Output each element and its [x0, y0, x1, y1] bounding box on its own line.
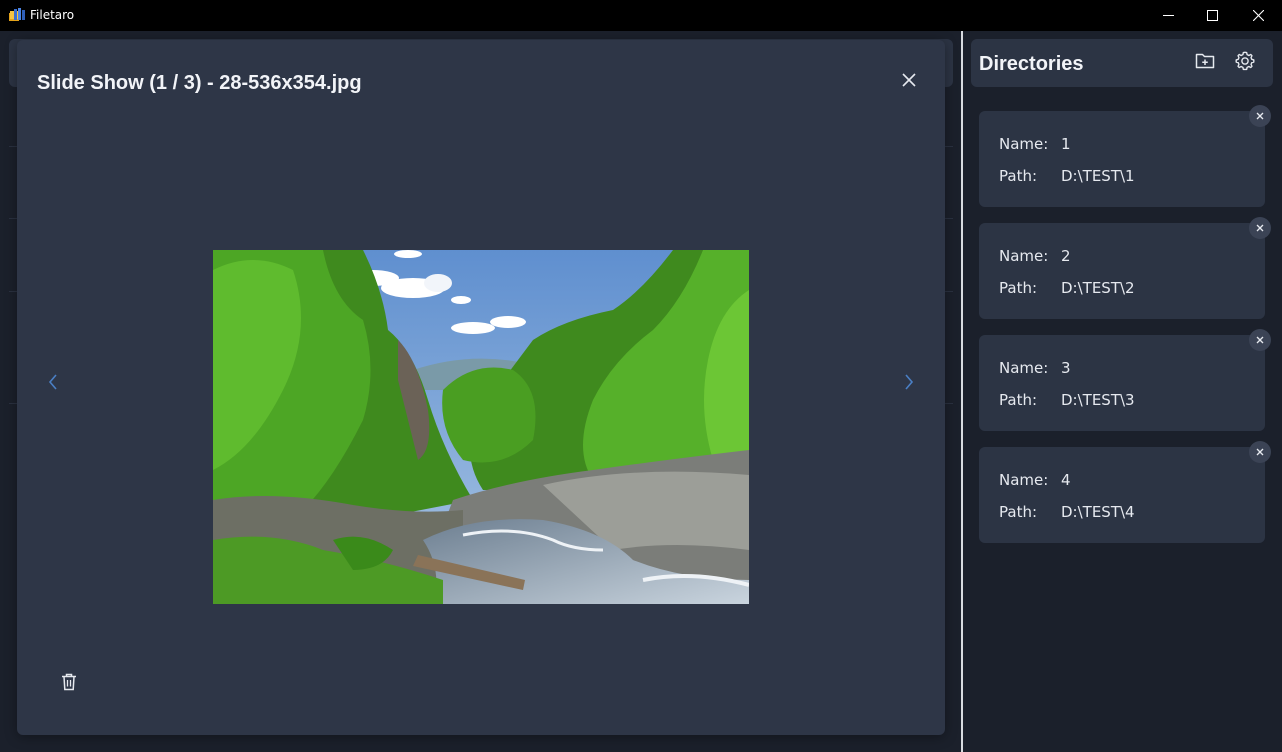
divider — [945, 146, 953, 147]
path-label: Path: — [999, 279, 1038, 297]
name-label: Name: — [999, 359, 1049, 377]
directory-card[interactable]: Name: 4 Path: D:\TEST\4 — [979, 441, 1271, 543]
slideshow-title: Slide Show (1 / 3) - 28-536x354.jpg — [37, 72, 362, 94]
minimize-button[interactable] — [1145, 0, 1191, 31]
trash-icon — [61, 673, 77, 696]
name-label: Name: — [999, 471, 1049, 489]
maximize-icon — [1206, 10, 1218, 21]
directory-path: D:\TEST\1 — [1061, 167, 1135, 185]
maximize-button[interactable] — [1189, 0, 1235, 31]
divider — [9, 218, 17, 219]
slideshow-close-button[interactable] — [897, 70, 921, 94]
remove-directory-button[interactable] — [1249, 217, 1271, 239]
directory-path: D:\TEST\2 — [1061, 279, 1135, 297]
remove-directory-button[interactable] — [1249, 329, 1271, 351]
directory-name: 2 — [1061, 247, 1071, 265]
directory-path: D:\TEST\3 — [1061, 391, 1135, 409]
directory-name: 3 — [1061, 359, 1071, 377]
chevron-left-icon — [48, 373, 58, 395]
remove-directory-button[interactable] — [1249, 105, 1271, 127]
close-icon — [1256, 443, 1264, 461]
close-icon — [1256, 331, 1264, 349]
app-window: Filetaro Slide Show (1 / 3) - 28-536x354… — [0, 0, 1282, 752]
settings-button[interactable] — [1233, 51, 1257, 75]
directory-name: 4 — [1061, 471, 1071, 489]
directory-card[interactable]: Name: 3 Path: D:\TEST\3 — [979, 329, 1271, 431]
divider — [9, 146, 17, 147]
directory-path: D:\TEST\4 — [1061, 503, 1135, 521]
app-icon — [9, 8, 25, 22]
divider — [945, 291, 953, 292]
directories-title: Directories — [979, 53, 1084, 75]
chevron-right-icon — [904, 373, 914, 395]
name-label: Name: — [999, 247, 1049, 265]
close-icon — [1252, 10, 1264, 21]
directory-card[interactable]: Name: 2 Path: D:\TEST\2 — [979, 217, 1271, 319]
remove-directory-button[interactable] — [1249, 441, 1271, 463]
path-label: Path: — [999, 391, 1038, 409]
title-bar[interactable]: Filetaro — [0, 0, 1282, 31]
divider — [945, 218, 953, 219]
next-slide-button[interactable] — [897, 372, 921, 396]
directory-card[interactable]: Name: 1 Path: D:\TEST\1 — [979, 105, 1271, 207]
directories-panel: Directories Name: 1 Path: D:\TEST\1 Name… — [963, 31, 1282, 752]
gear-icon — [1234, 50, 1256, 77]
delete-button[interactable] — [57, 672, 81, 696]
divider — [945, 403, 953, 404]
close-icon — [1256, 107, 1264, 125]
minimize-icon — [1162, 10, 1174, 21]
folder-plus-icon — [1195, 52, 1215, 75]
previous-slide-button[interactable] — [41, 372, 65, 396]
path-label: Path: — [999, 167, 1038, 185]
directories-header: Directories — [971, 39, 1273, 87]
window-close-button[interactable] — [1235, 0, 1281, 31]
path-label: Path: — [999, 503, 1038, 521]
add-directory-button[interactable] — [1193, 51, 1217, 75]
close-icon — [1256, 219, 1264, 237]
slideshow-modal: Slide Show (1 / 3) - 28-536x354.jpg — [17, 40, 945, 735]
app-title: Filetaro — [30, 8, 75, 22]
divider — [9, 403, 17, 404]
name-label: Name: — [999, 135, 1049, 153]
divider — [9, 291, 17, 292]
directory-name: 1 — [1061, 135, 1071, 153]
close-icon — [902, 72, 916, 92]
slide-image — [213, 250, 749, 604]
